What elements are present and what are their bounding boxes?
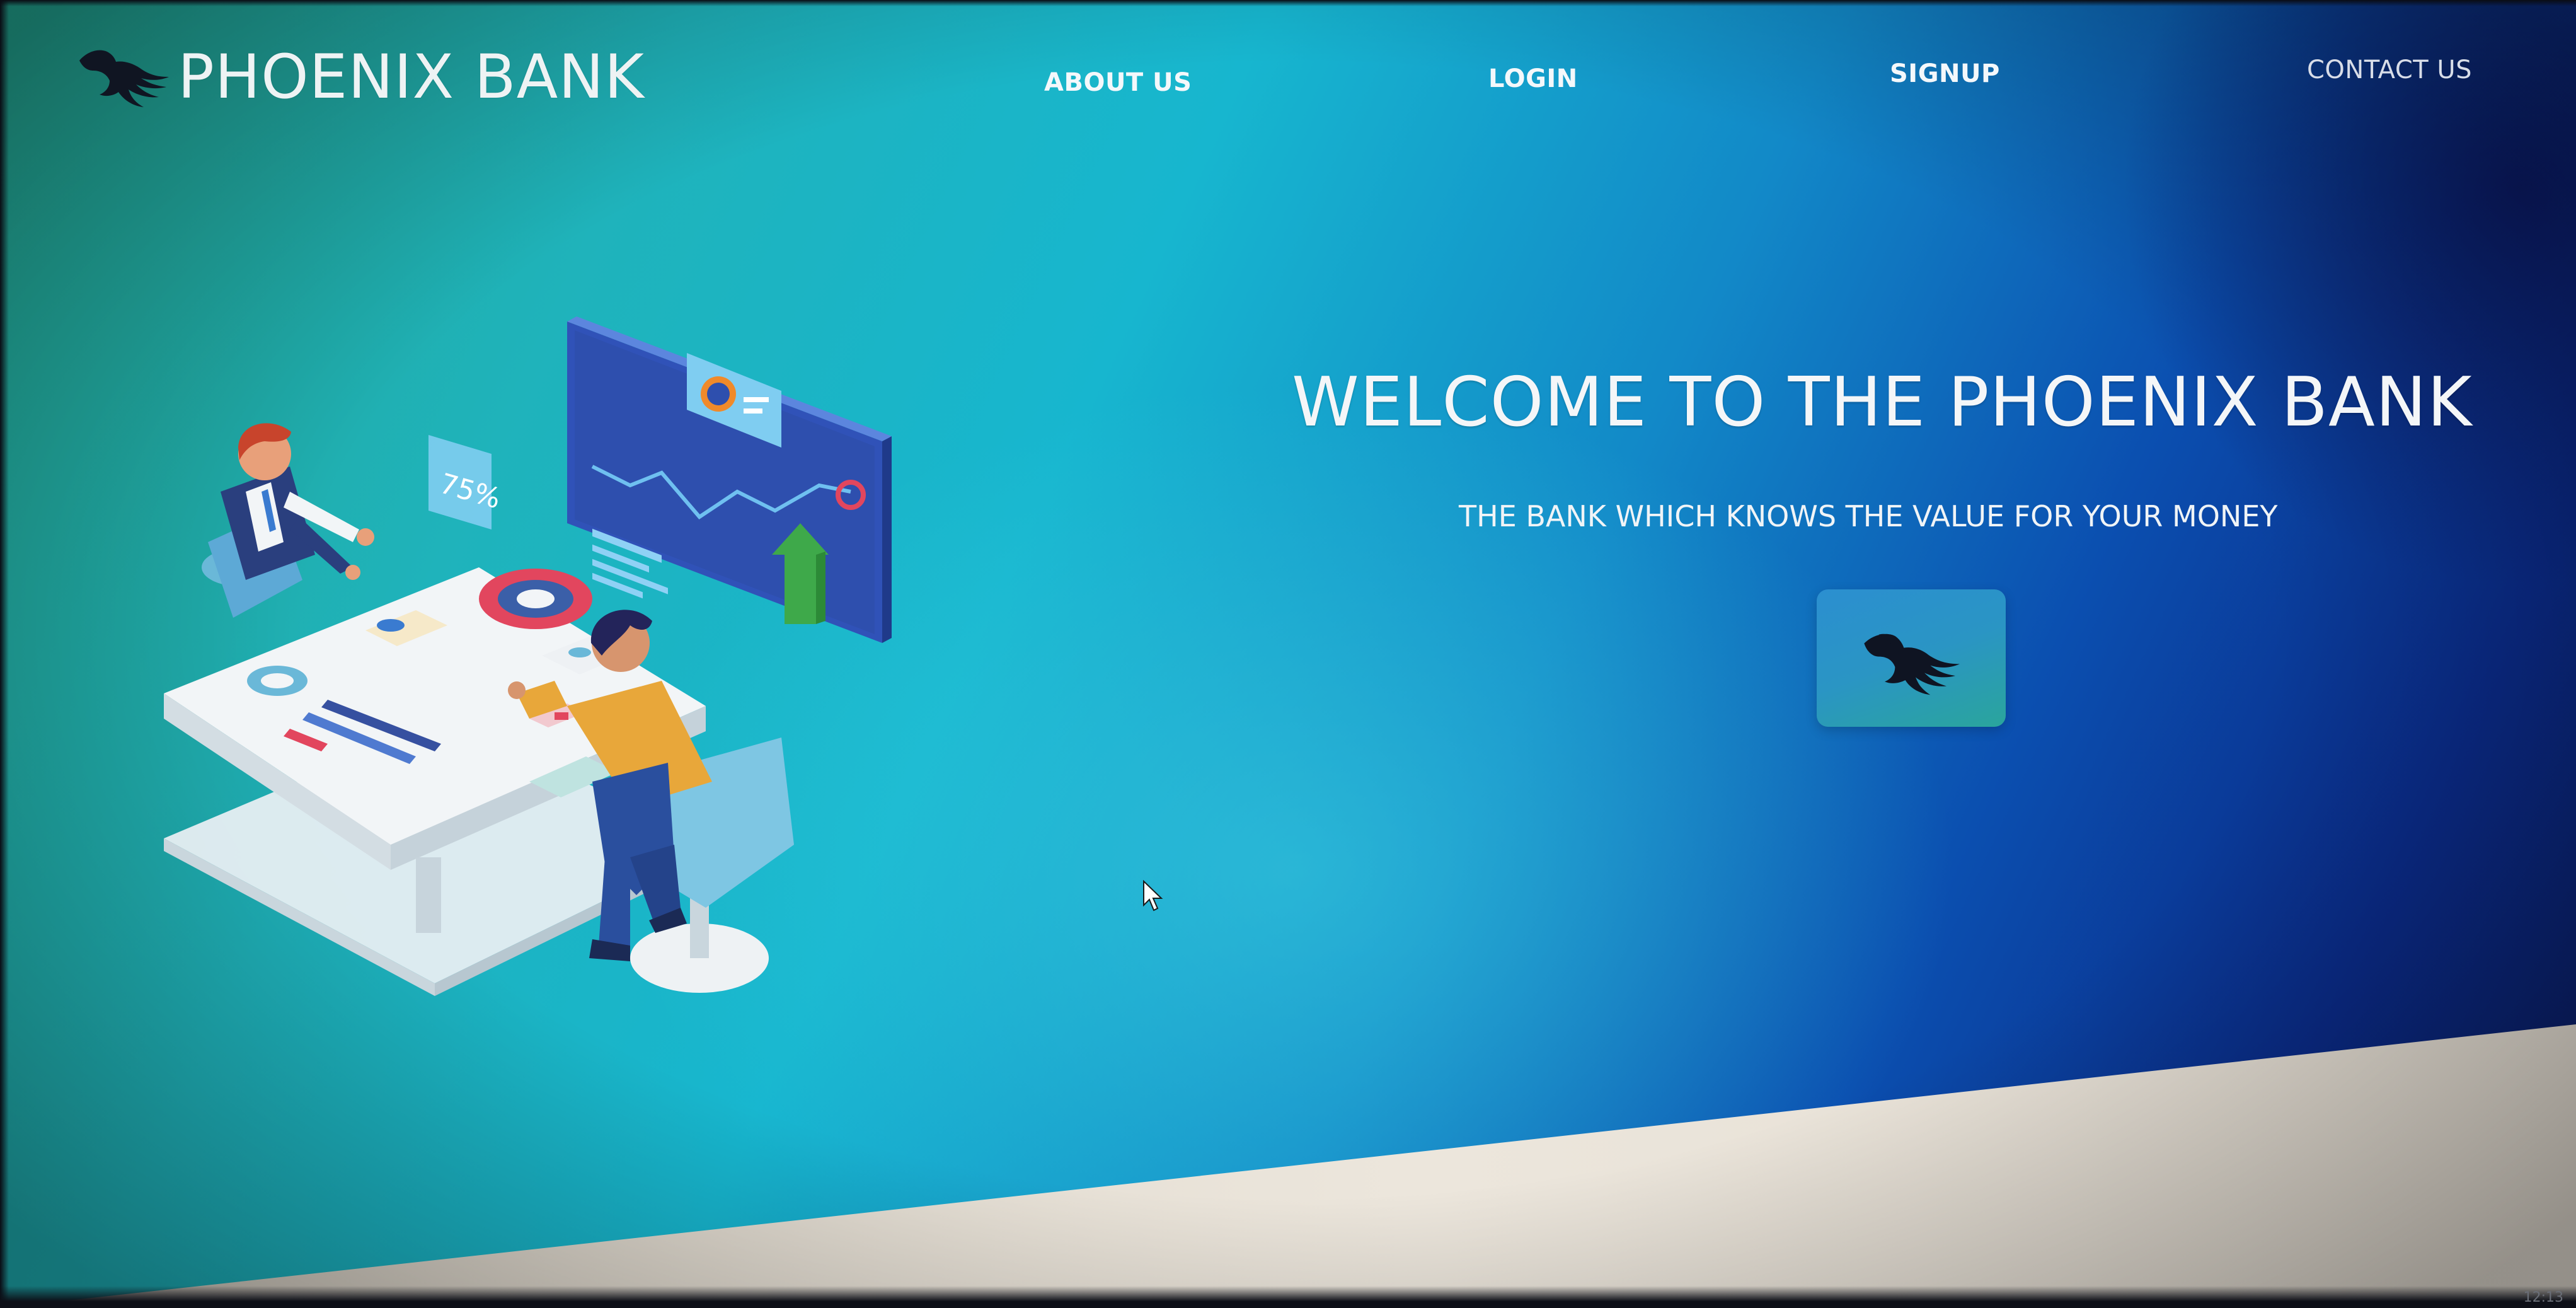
business-meeting-illustration: 75% (164, 316, 892, 996)
hero-title: WELCOME TO THE PHOENIX BANK (1292, 363, 2473, 442)
mouse-cursor-icon (1143, 880, 1163, 912)
hero-logo-button[interactable] (1817, 589, 2006, 727)
nav-login[interactable]: LOGIN (1488, 64, 1578, 93)
brand-name: PHOENIX BANK (178, 42, 645, 112)
nav-contact-us[interactable]: CONTACT US (2307, 55, 2472, 84)
brand[interactable]: PHOENIX BANK (74, 39, 645, 115)
monitor-bezel-bottom (0, 1286, 2576, 1308)
screen: PHOENIX BANK ABOUT US LOGIN SIGNUP CONTA… (0, 0, 2576, 1308)
nav-about-us[interactable]: ABOUT US (1044, 68, 1192, 97)
monitor-bezel-left (0, 0, 9, 1308)
nav-signup[interactable]: SIGNUP (1890, 59, 2000, 88)
phoenix-bird-icon (1864, 634, 1960, 695)
system-clock: 12:13 (2523, 1290, 2563, 1305)
monitor-bezel-top (0, 0, 2576, 6)
hero-subtitle: THE BANK WHICH KNOWS THE VALUE FOR YOUR … (1459, 499, 2278, 533)
phoenix-bird-icon (79, 50, 169, 107)
